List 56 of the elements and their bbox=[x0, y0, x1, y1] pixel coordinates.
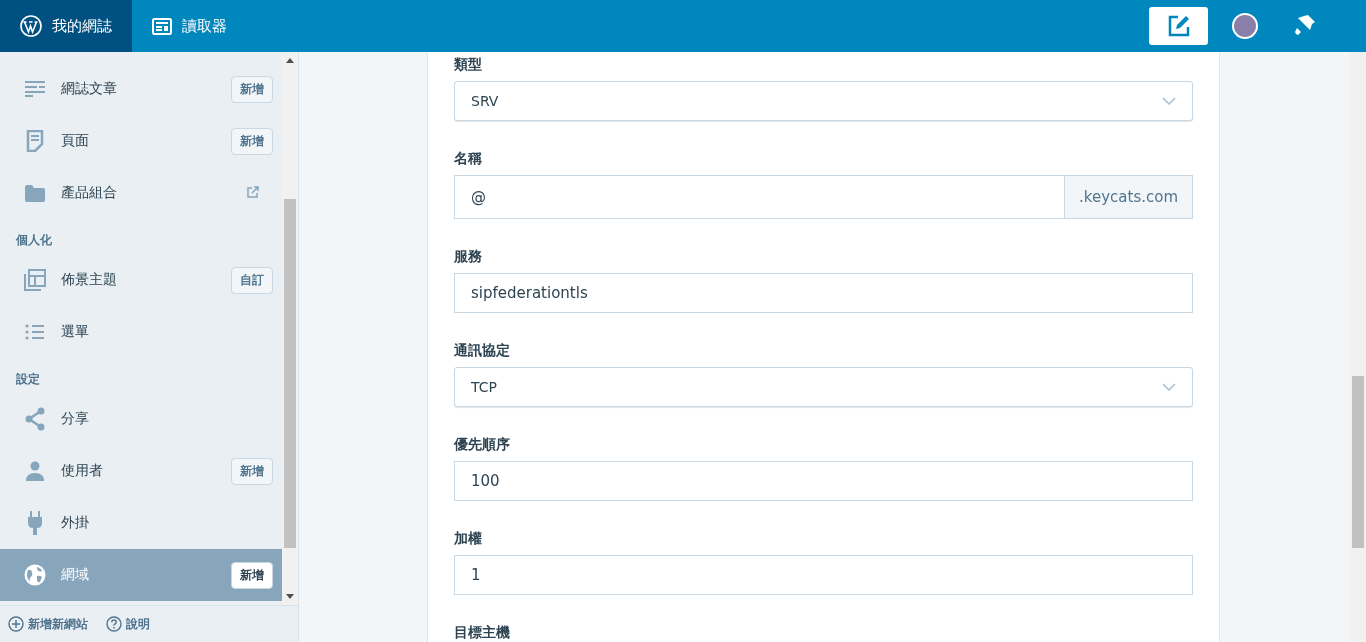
field-label: 服務 bbox=[454, 248, 483, 264]
input-field[interactable]: 100 bbox=[454, 461, 1193, 501]
sidebar-item[interactable]: 網域 新增 bbox=[0, 549, 282, 601]
chevron-down-icon bbox=[1162, 97, 1176, 105]
section-header: 個人化 bbox=[15, 232, 53, 249]
person-icon bbox=[25, 461, 45, 481]
input-field[interactable]: @ bbox=[454, 175, 1066, 219]
sidebar-action-button[interactable]: 新增 bbox=[231, 75, 273, 103]
sidebar-item[interactable]: 使用者 新增 bbox=[0, 445, 282, 497]
lines-icon bbox=[24, 80, 46, 98]
help-icon bbox=[106, 616, 122, 632]
sidebar-item[interactable]: 佈景主題 自訂 bbox=[0, 254, 282, 306]
select-field[interactable]: SRV bbox=[454, 81, 1193, 121]
sidebar-item[interactable]: 分享 bbox=[0, 393, 282, 445]
select-field[interactable]: TCP bbox=[454, 367, 1193, 407]
footer-link[interactable]: 說明 bbox=[106, 615, 150, 633]
page-icon bbox=[26, 130, 44, 152]
input-field[interactable]: 1 bbox=[454, 555, 1193, 595]
domain-suffix: .keycats.com bbox=[1065, 175, 1193, 219]
add-icon bbox=[8, 616, 24, 632]
sidebar-action-button[interactable]: 新增 bbox=[231, 127, 273, 155]
folder-icon bbox=[25, 184, 45, 202]
field-label: 加權 bbox=[454, 530, 483, 546]
avatar[interactable] bbox=[1232, 13, 1258, 39]
sidebar-item[interactable]: 產品組合 bbox=[0, 167, 282, 219]
sidebar-item[interactable]: 外掛 bbox=[0, 497, 282, 549]
edit-icon bbox=[1167, 15, 1190, 37]
page-scrollbar-thumb[interactable] bbox=[1352, 376, 1364, 548]
reader-tab[interactable]: 讀取器 bbox=[132, 0, 247, 52]
scroll-up-arrow[interactable] bbox=[286, 58, 294, 63]
share-icon bbox=[24, 407, 46, 431]
sidebar-item[interactable]: 頁面 新增 bbox=[0, 115, 282, 167]
sidebar-action-button[interactable]: 自訂 bbox=[231, 266, 273, 294]
globe-icon bbox=[24, 564, 46, 586]
field-label: 優先順序 bbox=[454, 436, 511, 452]
sidebar-action-button[interactable]: 新增 bbox=[231, 457, 273, 485]
layout-icon bbox=[24, 269, 46, 291]
my-site-tab[interactable]: 我的網誌 bbox=[0, 0, 132, 52]
plug-icon bbox=[27, 511, 43, 535]
input-field[interactable]: sipfederationtls bbox=[454, 273, 1193, 313]
field-label: 目標主機 bbox=[454, 624, 511, 640]
newspaper-icon bbox=[152, 17, 172, 35]
sidebar-action-button[interactable]: 新增 bbox=[231, 561, 273, 589]
chevron-down-icon bbox=[1162, 383, 1176, 391]
field-label: 通訊協定 bbox=[454, 342, 511, 358]
section-header: 設定 bbox=[15, 371, 41, 388]
footer-link[interactable]: 新增新網站 bbox=[8, 615, 88, 633]
scroll-down-arrow[interactable] bbox=[286, 594, 294, 599]
scrollbar-thumb[interactable] bbox=[284, 199, 296, 548]
field-label: 名稱 bbox=[454, 150, 483, 166]
write-button[interactable] bbox=[1149, 7, 1208, 45]
sidebar-item[interactable]: 網誌文章 新增 bbox=[0, 63, 282, 115]
list-icon bbox=[25, 324, 45, 340]
sidebar-item[interactable]: 選單 bbox=[0, 306, 282, 358]
wordpress-logo-icon bbox=[20, 15, 42, 37]
field-label: 類型 bbox=[454, 56, 483, 72]
